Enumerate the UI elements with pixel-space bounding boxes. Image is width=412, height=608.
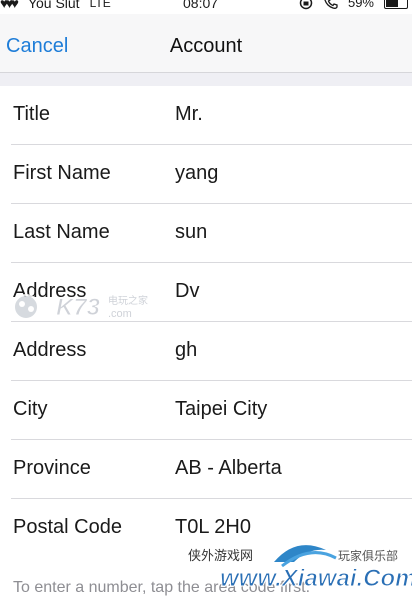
- battery-icon: [384, 0, 408, 9]
- first-name-field[interactable]: yang: [175, 162, 405, 185]
- carrier-name: You Slut: [27, 0, 80, 11]
- province-field[interactable]: AB - Alberta: [175, 457, 405, 480]
- phone-icon: [324, 0, 338, 9]
- field-label: City: [13, 398, 48, 420]
- city-field[interactable]: Taipei City: [175, 398, 405, 421]
- field-label: Address: [13, 339, 87, 361]
- form-row-city[interactable]: City Taipei City: [11, 381, 412, 440]
- signal-hearts-icon: ♥♥♥: [0, 0, 19, 11]
- field-label: First Name: [13, 162, 111, 184]
- form-row-last-name[interactable]: Last Name sun: [11, 204, 412, 263]
- k73-watermark-cn: 电玩之家: [108, 294, 148, 307]
- title-field[interactable]: Mr.: [175, 103, 405, 126]
- status-bar-left: ♥♥♥ You Slut LTE: [0, 0, 111, 11]
- field-label: Province: [13, 457, 91, 479]
- xiawai-watermark-cn: 侠外游戏网: [188, 549, 253, 564]
- battery-percent: 59%: [347, 0, 374, 10]
- form-row-address-2[interactable]: Address gh: [11, 322, 412, 381]
- postal-code-field[interactable]: T0L 2H0: [175, 516, 405, 539]
- k73-watermark-text: K73: [56, 294, 101, 321]
- last-name-field[interactable]: sun: [175, 221, 405, 244]
- rotation-lock-icon: [299, 0, 313, 9]
- navigation-bar: Cancel Account: [0, 14, 412, 72]
- status-bar: ♥♥♥ You Slut LTE 08:07 59%: [0, 0, 412, 14]
- field-label: Last Name: [13, 221, 110, 243]
- xiawai-watermark-logo: 侠外游戏网 玩家俱乐部 www.Xiawai.Com: [188, 545, 412, 593]
- field-label: Title: [13, 103, 51, 125]
- network-type: LTE: [89, 0, 111, 10]
- page-title: Account: [169, 35, 243, 57]
- form-row-title[interactable]: Title Mr.: [11, 86, 412, 145]
- xiawai-watermark-domain: www.Xiawai.Com: [220, 565, 412, 592]
- k73-watermark-logo: K73 电玩之家 .com: [13, 294, 148, 322]
- form-row-first-name[interactable]: First Name yang: [11, 145, 412, 204]
- section-divider: [0, 72, 412, 86]
- address-line-1-field[interactable]: Dv: [175, 280, 405, 303]
- status-bar-right: 59%: [298, 0, 408, 10]
- form-row-province[interactable]: Province AB - Alberta: [11, 440, 412, 499]
- status-time: 08:07: [183, 0, 219, 11]
- address-line-2-field[interactable]: gh: [175, 339, 405, 362]
- xiawai-watermark-slogan: 玩家俱乐部: [338, 548, 398, 563]
- field-label: Postal Code: [13, 516, 122, 538]
- k73-watermark-domain: .com: [108, 308, 132, 320]
